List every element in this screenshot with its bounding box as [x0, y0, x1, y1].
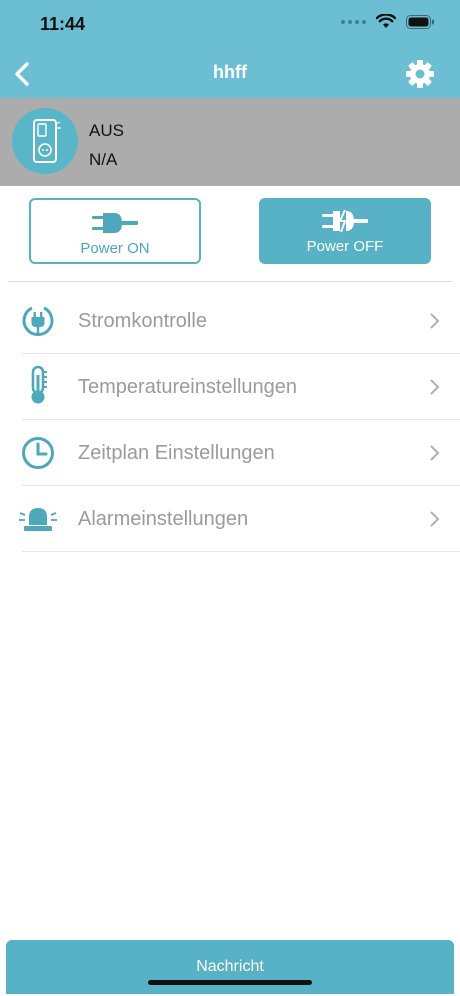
- device-status: AUS: [89, 121, 124, 140]
- clock-icon: [22, 437, 54, 469]
- menu-label: Temperatureinstellungen: [78, 376, 298, 398]
- divider: [8, 281, 452, 282]
- plug-icon: [92, 213, 138, 233]
- device-avatar: [12, 108, 78, 174]
- alarm-light-icon: [19, 508, 57, 531]
- menu-item-temperatureinstellungen[interactable]: Temperatureinstellungen: [0, 354, 460, 420]
- home-indicator[interactable]: [148, 980, 312, 985]
- menu-label: Alarmeinstellungen: [78, 508, 249, 530]
- menu-label: Zeitplan Einstellungen: [78, 442, 275, 464]
- power-on-button[interactable]: Power ON: [29, 198, 201, 264]
- page-title: hhff: [213, 62, 247, 82]
- power-off-label: Power OFF: [306, 238, 384, 255]
- settings-menu: Stromkontrolle Temperatureinstellungen Z…: [0, 288, 460, 552]
- device-panel: AUS N/A: [0, 98, 460, 186]
- signal-icon: [341, 19, 366, 24]
- gear-icon: [406, 60, 434, 88]
- settings-button[interactable]: [404, 58, 436, 90]
- status-icons: [341, 14, 434, 29]
- message-label: Nachricht: [196, 958, 264, 975]
- chevron-right-icon: [430, 511, 440, 527]
- wifi-icon: [376, 14, 396, 29]
- menu-item-stromkontrolle[interactable]: Stromkontrolle: [0, 288, 460, 354]
- power-off-button[interactable]: Power OFF: [259, 198, 431, 264]
- app-header: 11:44 hhff: [0, 0, 460, 98]
- row-divider: [22, 551, 460, 552]
- status-time: 11:44: [40, 14, 86, 34]
- menu-item-zeitplan-einstellungen[interactable]: Zeitplan Einstellungen: [0, 420, 460, 486]
- chevron-right-icon: [430, 313, 440, 329]
- thermometer-icon: [31, 365, 47, 404]
- device-value: N/A: [89, 150, 118, 169]
- power-plug-icon: [22, 306, 54, 337]
- smart-plug-icon: [33, 119, 61, 163]
- message-button[interactable]: Nachricht: [6, 940, 454, 994]
- unplug-icon: [322, 209, 368, 233]
- menu-item-alarmeinstellungen[interactable]: Alarmeinstellungen: [0, 486, 460, 552]
- chevron-right-icon: [430, 445, 440, 461]
- power-on-label: Power ON: [80, 240, 150, 257]
- battery-icon: [406, 14, 434, 29]
- menu-label: Stromkontrolle: [78, 310, 207, 332]
- chevron-right-icon: [430, 379, 440, 395]
